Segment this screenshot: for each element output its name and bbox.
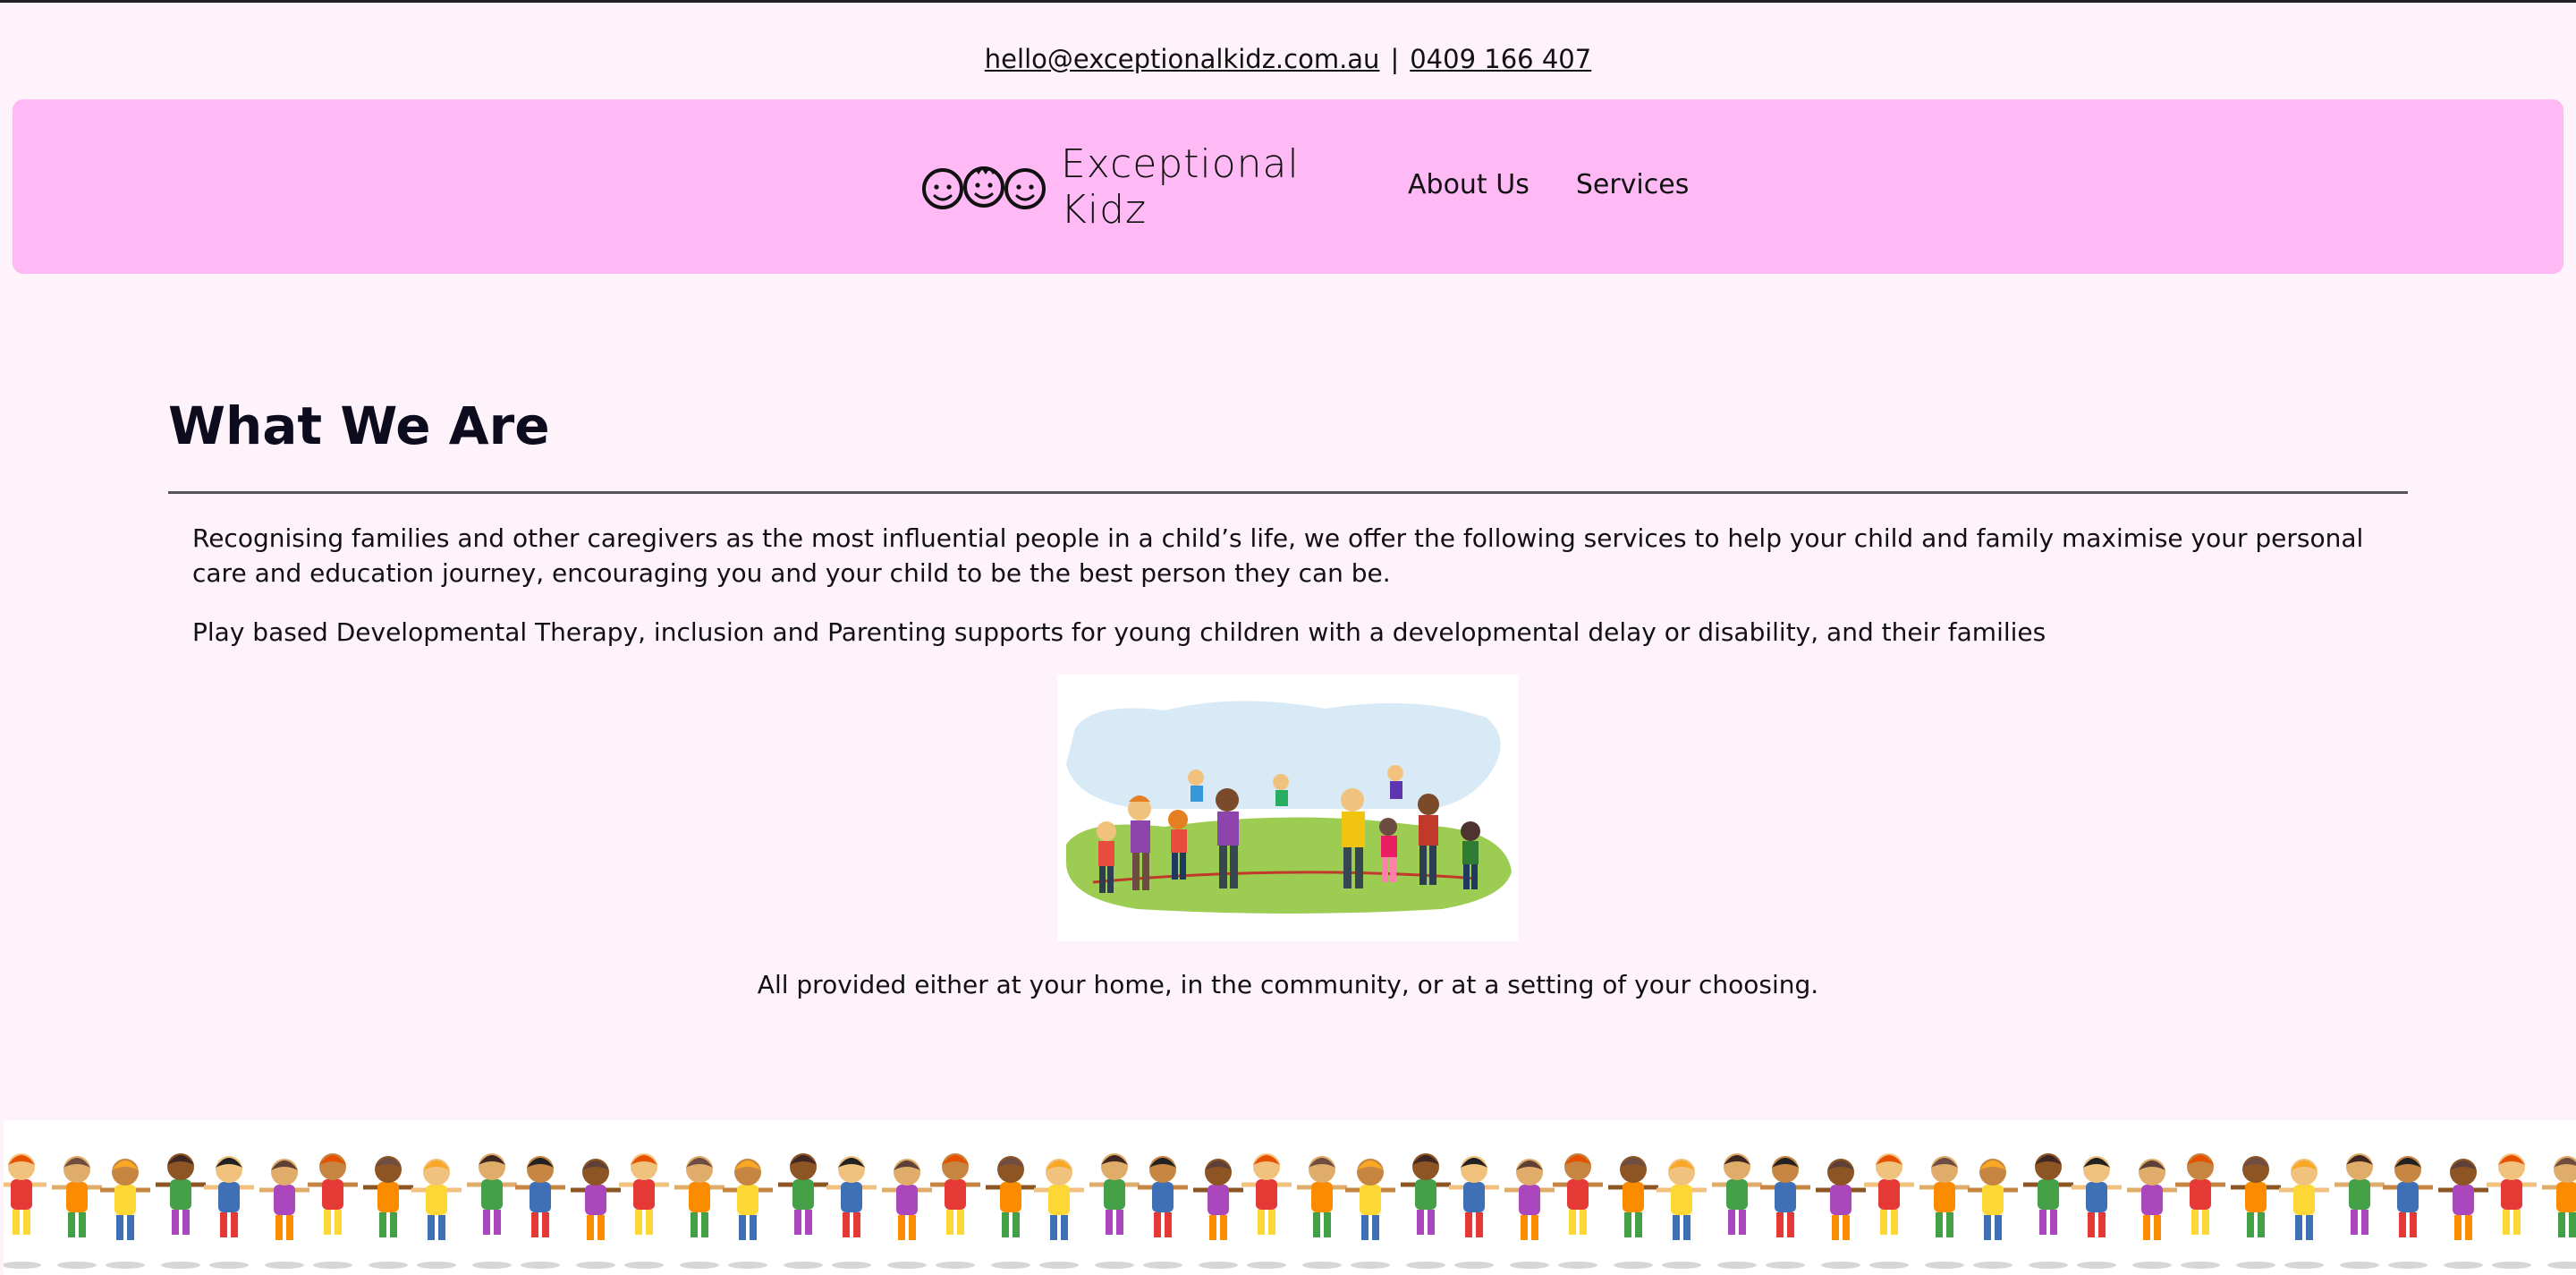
brand-name: Exceptional Kidz (1061, 141, 1300, 233)
contact-bar: hello@exceptionalkidz.com.au | 0409 166 40… (0, 39, 2576, 79)
title-divider (168, 491, 2408, 494)
intro-paragraph: Recognising families and other caregiver… (192, 523, 2364, 588)
contact-separator: | (1390, 44, 1400, 74)
page-title: What We Are (168, 395, 550, 456)
brand-logo[interactable]: Exceptional Kidz (921, 141, 1368, 233)
email-link[interactable]: hello@exceptionalkidz.com.au (985, 44, 1380, 74)
jumping-kids-banner (4, 1120, 2576, 1275)
top-border-line (0, 0, 2576, 3)
services-caption: All provided either at your home, in the… (757, 970, 1819, 999)
three-faces-logo-icon (921, 151, 1054, 223)
services-paragraph: Play based Developmental Therapy, inclus… (192, 617, 2046, 647)
site-header: Exceptional Kidz About Us Services (13, 99, 2563, 274)
children-tug-of-war-illustration (1057, 675, 1519, 941)
nav-services[interactable]: Services (1576, 162, 1690, 208)
nav-about-us[interactable]: About Us (1408, 162, 1530, 208)
phone-link[interactable]: 0409 166 407 (1410, 44, 1591, 74)
main-nav: About Us Services (1408, 162, 1689, 208)
